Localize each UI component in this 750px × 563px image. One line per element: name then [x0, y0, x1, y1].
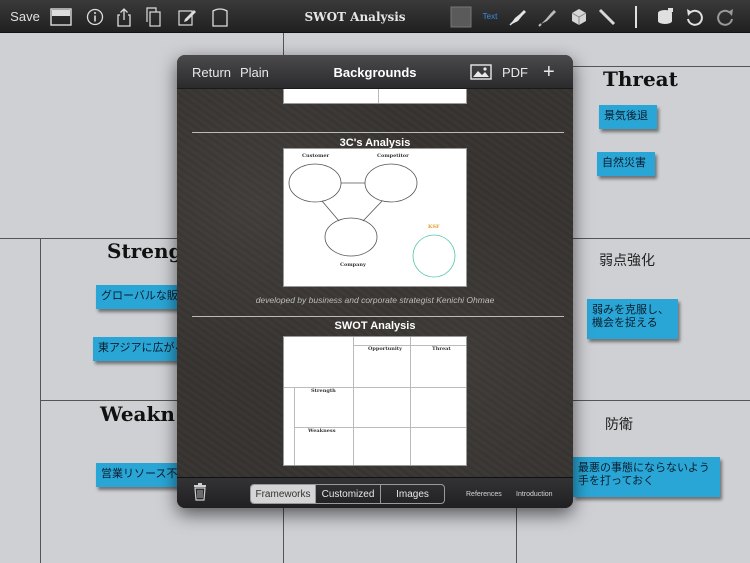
- popover-footer: Frameworks Customized Images References …: [177, 477, 573, 508]
- template-description: developed by business and corporate stra…: [255, 295, 495, 305]
- sticky-note[interactable]: 営業リソース不足: [96, 463, 178, 487]
- save-button[interactable]: Save: [8, 0, 42, 33]
- edit-icon[interactable]: [176, 0, 198, 33]
- layout-icon[interactable]: [49, 0, 73, 33]
- template-thumbnail[interactable]: [283, 89, 467, 104]
- return-button[interactable]: Return: [192, 55, 231, 89]
- stamp-icon[interactable]: [652, 0, 678, 33]
- threat-label: Threat: [432, 346, 451, 352]
- introduction-link[interactable]: Introduction: [516, 484, 553, 504]
- share-icon[interactable]: [113, 0, 135, 33]
- trash-icon[interactable]: [190, 476, 210, 507]
- template-thumbnail-3c[interactable]: Customer Competitor Company KSF: [283, 148, 467, 287]
- strength-label: Strength: [311, 388, 336, 394]
- strength-heading: Streng: [107, 239, 183, 263]
- top-toolbar: Save SWOT Analysis Text: [0, 0, 750, 33]
- customer-label: Customer: [302, 153, 330, 159]
- pdf-button[interactable]: PDF: [502, 55, 528, 89]
- template-list[interactable]: 3C's Analysis Customer Competitor Compan…: [177, 89, 573, 477]
- weakness-label: Weakness: [308, 428, 336, 434]
- references-link[interactable]: References: [466, 484, 502, 504]
- sticky-note[interactable]: 最悪の事態にならないよう手を打っておく: [573, 457, 720, 497]
- copy-icon[interactable]: [142, 0, 164, 33]
- source-tabs: Frameworks Customized Images: [250, 484, 445, 504]
- separator: [192, 316, 564, 317]
- sticky-note[interactable]: 東アジアに広がる: [93, 337, 178, 361]
- company-label: Company: [340, 262, 366, 268]
- add-button[interactable]: +: [543, 55, 555, 89]
- tab-customized[interactable]: Customized: [316, 485, 381, 503]
- competitor-label: Competitor: [377, 153, 409, 159]
- popover-title: Backgrounds: [333, 64, 417, 80]
- color-swatch-icon[interactable]: [448, 0, 474, 33]
- sticky-note[interactable]: グローバルな販売: [96, 285, 178, 309]
- template-title: SWOT Analysis: [334, 320, 416, 332]
- weakness-heading: Weakn: [100, 402, 175, 426]
- threat-heading: Threat: [603, 67, 678, 91]
- tab-images[interactable]: Images: [381, 485, 444, 503]
- pen-icon[interactable]: [505, 0, 531, 33]
- opportunity-label: Opportunity: [368, 346, 403, 352]
- paper-icon[interactable]: [209, 0, 231, 33]
- weakness-reinforce-heading: 弱点強化: [599, 253, 655, 269]
- text-tool-button[interactable]: Text: [478, 0, 502, 33]
- redo-icon[interactable]: [712, 0, 738, 33]
- ksf-label: KSF: [428, 224, 440, 230]
- marker-icon[interactable]: [535, 0, 561, 33]
- defense-heading: 防衛: [605, 417, 633, 433]
- template-thumbnail-swot[interactable]: Opportunity Threat Strength Weakness: [283, 336, 467, 466]
- image-icon[interactable]: [469, 55, 493, 89]
- undo-icon[interactable]: [682, 0, 708, 33]
- tab-frameworks[interactable]: Frameworks: [251, 485, 316, 503]
- document-title: SWOT Analysis: [304, 9, 406, 24]
- plain-button[interactable]: Plain: [240, 55, 269, 89]
- sticky-note[interactable]: 自然災害: [597, 152, 655, 176]
- popover-header: Return Plain Backgrounds PDF +: [177, 55, 573, 89]
- pencil-icon[interactable]: [595, 0, 619, 33]
- sticky-note[interactable]: 景気後退: [599, 105, 657, 129]
- separator: [192, 132, 564, 133]
- line-icon[interactable]: [626, 0, 646, 33]
- eraser-icon[interactable]: [566, 0, 592, 33]
- sticky-note[interactable]: 弱みを克服し、機会を捉える: [587, 299, 678, 339]
- info-icon[interactable]: [84, 0, 106, 33]
- backgrounds-popover: Return Plain Backgrounds PDF + 3C's Anal…: [177, 55, 573, 508]
